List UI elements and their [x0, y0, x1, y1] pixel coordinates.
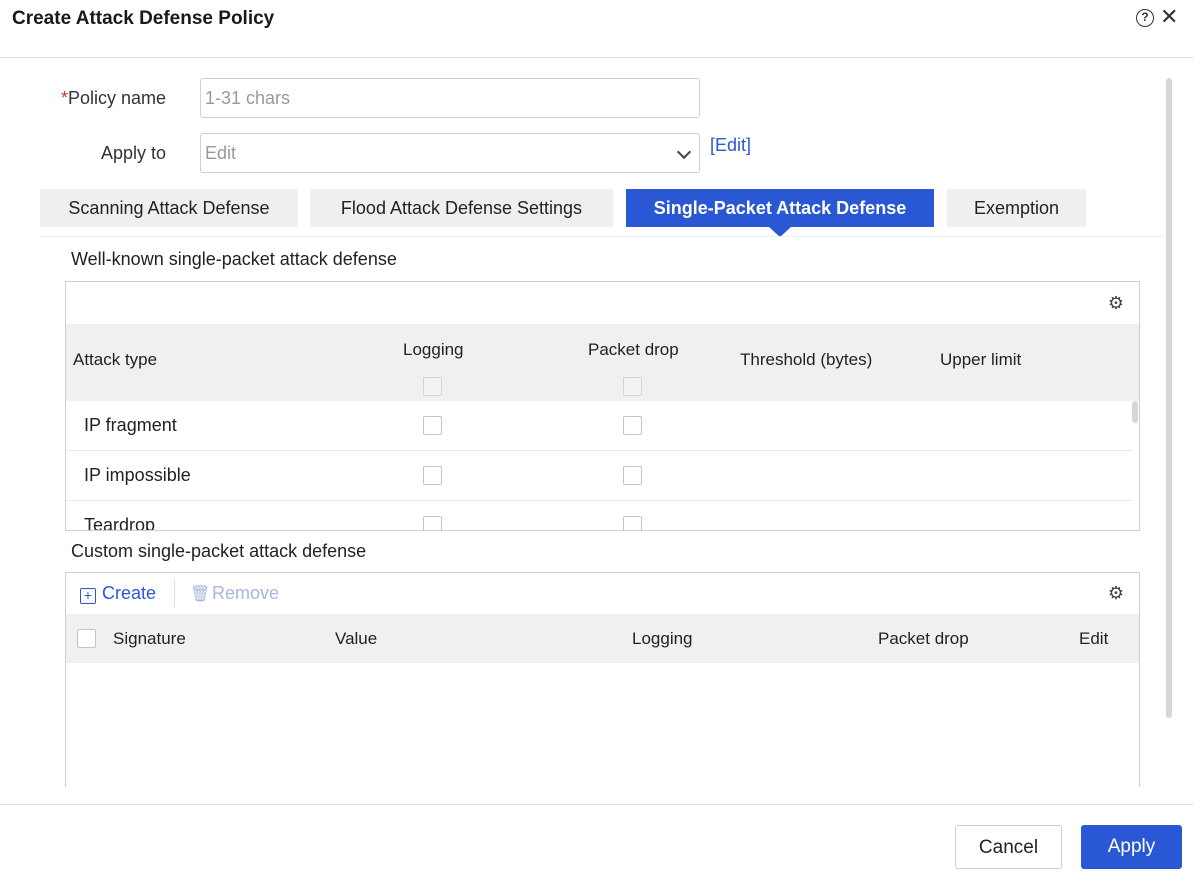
col-attack-type: Attack type — [73, 350, 158, 369]
tab-divider — [40, 236, 1165, 237]
tab-single-packet-attack-defense[interactable]: Single-Packet Attack Defense — [626, 189, 934, 227]
dialog-header: Create Attack Defense Policy ? ✕ — [0, 0, 1193, 58]
logging-select-all-checkbox[interactable] — [423, 377, 442, 396]
policy-name-label: *Policy name — [60, 88, 166, 109]
col-packet-drop: Packet drop — [588, 340, 679, 359]
gear-icon[interactable]: ⚙ — [1107, 584, 1125, 602]
well-known-section-title: Well-known single-packet attack defense — [71, 249, 397, 269]
chevron-down-icon — [676, 144, 692, 160]
dialog-title: Create Attack Defense Policy — [12, 8, 275, 29]
table-row: IP impossible — [66, 451, 1132, 501]
well-known-table-header: Attack type Logging Packet drop Threshol… — [66, 324, 1139, 401]
apply-button[interactable]: Apply — [1081, 825, 1182, 869]
custom-section-title: Custom single-packet attack defense — [71, 541, 367, 561]
col-threshold: Threshold (bytes) — [740, 350, 873, 369]
required-mark: * — [60, 88, 68, 108]
footer-divider — [0, 804, 1193, 805]
gear-icon[interactable]: ⚙ — [1107, 294, 1125, 312]
apply-to-label: Apply to — [100, 143, 166, 163]
logging-checkbox[interactable] — [423, 466, 442, 485]
create-label: Create — [102, 583, 157, 603]
create-button[interactable]: + Create — [80, 583, 156, 604]
custom-table-header: Signature Value Logging Packet drop Edit — [66, 614, 1139, 663]
apply-to-edit-link[interactable]: [Edit] — [710, 135, 751, 156]
table-scrollbar-thumb[interactable] — [1132, 401, 1138, 423]
tab-exemption[interactable]: Exemption — [947, 189, 1086, 227]
attack-type-cell: IP fragment — [84, 415, 177, 435]
policy-name-input[interactable]: 1-31 chars — [200, 78, 700, 118]
help-icon[interactable]: ? — [1136, 9, 1154, 27]
trash-icon: 🗑︎ — [190, 586, 211, 603]
logging-checkbox[interactable] — [423, 516, 442, 530]
packet-drop-select-all-checkbox[interactable] — [623, 377, 642, 396]
apply-to-select[interactable]: Edit — [200, 133, 700, 173]
close-icon[interactable]: ✕ — [1160, 6, 1178, 28]
apply-to-placeholder: Edit — [205, 143, 237, 163]
col-logging: Logging — [632, 629, 693, 648]
remove-label: Remove — [212, 583, 280, 603]
col-packet-drop: Packet drop — [878, 629, 969, 648]
col-signature: Signature — [113, 629, 186, 648]
remove-button[interactable]: 🗑︎Remove — [190, 583, 279, 604]
toolbar-separator — [174, 580, 175, 607]
policy-name-label-text: Policy name — [67, 88, 166, 108]
packet-drop-checkbox[interactable] — [623, 466, 642, 485]
packet-drop-checkbox[interactable] — [623, 416, 642, 435]
table-row: IP fragment — [66, 401, 1132, 451]
well-known-table: ⚙ Attack type Logging Packet drop Thresh… — [65, 281, 1140, 531]
packet-drop-checkbox[interactable] — [623, 516, 642, 530]
logging-checkbox[interactable] — [423, 416, 442, 435]
cancel-button[interactable]: Cancel — [955, 825, 1062, 869]
attack-type-cell: IP impossible — [84, 465, 191, 485]
attack-type-cell: Teardrop — [84, 515, 156, 531]
col-value: Value — [335, 629, 378, 648]
dialog-scrollbar-thumb[interactable] — [1166, 78, 1172, 718]
tab-scanning-attack-defense[interactable]: Scanning Attack Defense — [40, 189, 298, 227]
tab-flood-attack-defense-settings[interactable]: Flood Attack Defense Settings — [310, 189, 613, 227]
table-row: Teardrop — [66, 501, 1132, 531]
plus-square-icon: + — [80, 588, 96, 604]
col-upper-limit: Upper limit — [940, 350, 1022, 369]
col-edit: Edit — [1079, 629, 1109, 648]
col-logging: Logging — [403, 340, 464, 359]
select-all-checkbox[interactable] — [77, 629, 96, 648]
policy-name-placeholder: 1-31 chars — [205, 88, 291, 108]
custom-table: + Create 🗑︎Remove ⚙ Signature Value Loggi… — [65, 572, 1140, 787]
